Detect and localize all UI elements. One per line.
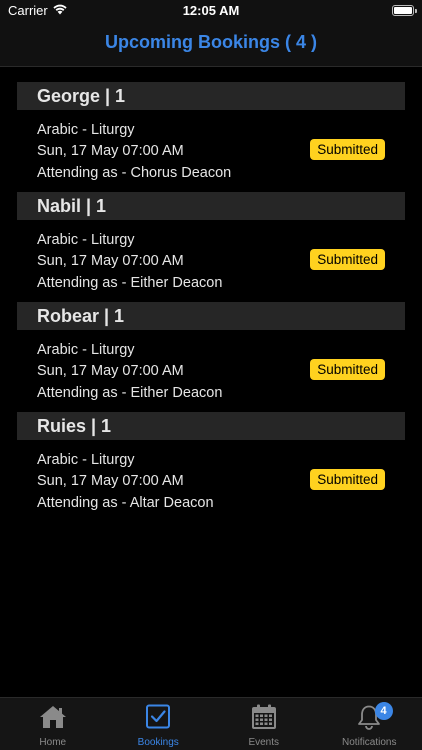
booking-item[interactable]: Arabic - Liturgy Sun, 17 May 07:00 AM At… [17,220,405,302]
notification-count-badge: 4 [374,702,393,720]
tab-home-label: Home [39,737,67,748]
booking-event: Arabic - Liturgy [37,342,135,358]
status-badge: Submitted [310,469,385,490]
status-bar: Carrier 12:05 AM [0,0,422,22]
booking-item[interactable]: Arabic - Liturgy Sun, 17 May 07:00 AM At… [17,440,405,522]
booking-role: Attending as - Altar Deacon [37,495,214,511]
tab-bookings-label: Bookings [137,737,179,748]
tab-bar: Home Bookings Events 4 Notifications [0,697,422,750]
tab-events[interactable]: Events [211,698,317,750]
section-header-nabil: Nabil | 1 [17,192,405,220]
booking-item[interactable]: Arabic - Liturgy Sun, 17 May 07:00 AM At… [17,330,405,412]
bookings-list: George | 1 Arabic - Liturgy Sun, 17 May … [17,82,405,522]
booking-datetime: Sun, 17 May 07:00 AM [37,143,184,159]
calendar-icon [250,698,278,735]
booking-role: Attending as - Chorus Deacon [37,165,232,181]
booking-role: Attending as - Either Deacon [37,275,223,291]
status-badge: Submitted [310,359,385,380]
navigation-bar: Upcoming Bookings ( 4 ) [0,22,422,67]
tab-notifications-label: Notifications [342,737,397,748]
tab-events-label: Events [248,737,280,748]
section-header-robear: Robear | 1 [17,302,405,330]
booking-datetime: Sun, 17 May 07:00 AM [37,253,184,269]
clock: 12:05 AM [182,3,240,18]
booking-event: Arabic - Liturgy [37,122,135,138]
section-header-george: George | 1 [17,82,405,110]
tab-notifications[interactable]: 4 Notifications [317,698,422,750]
booking-datetime: Sun, 17 May 07:00 AM [37,473,184,489]
booking-datetime: Sun, 17 May 07:00 AM [37,363,184,379]
tab-home[interactable]: Home [0,698,106,750]
status-badge: Submitted [310,139,385,160]
section-header-ruies: Ruies | 1 [17,412,405,440]
booking-item[interactable]: Arabic - Liturgy Sun, 17 May 07:00 AM At… [17,110,405,192]
page-title: Upcoming Bookings ( 4 ) [104,32,317,52]
screen: Carrier 12:05 AM Upcoming Bookings ( 4 )… [0,0,422,750]
booking-role: Attending as - Either Deacon [37,385,223,401]
checkbox-icon [144,698,172,735]
status-badge: Submitted [310,249,385,270]
tab-bookings[interactable]: Bookings [106,698,212,750]
battery-icon [392,5,417,16]
booking-event: Arabic - Liturgy [37,452,135,468]
home-icon [38,698,68,735]
booking-event: Arabic - Liturgy [37,232,135,248]
